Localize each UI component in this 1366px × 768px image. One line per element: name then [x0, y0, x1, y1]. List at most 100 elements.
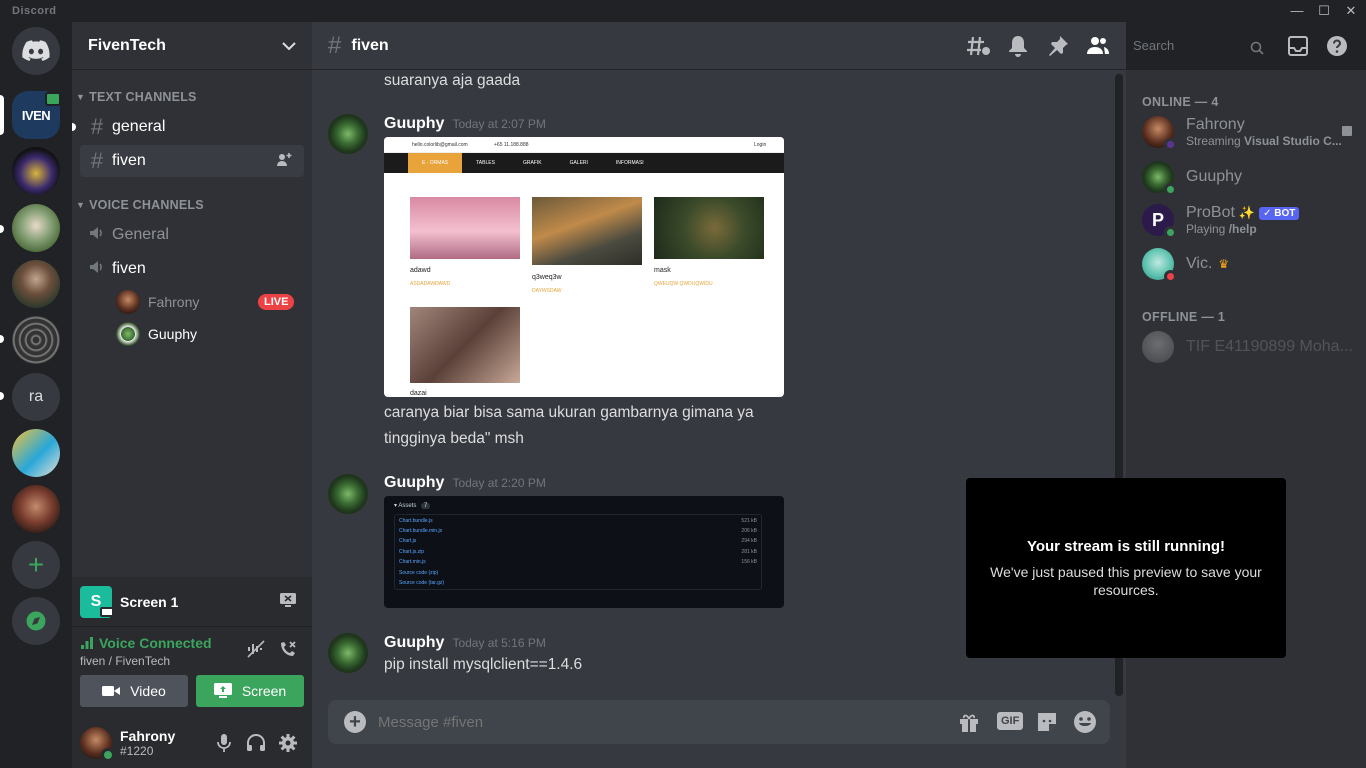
pin-icon[interactable] [1047, 35, 1069, 62]
bot-badge: ✓ BOT [1259, 206, 1300, 220]
member-name: ProBot [1186, 204, 1235, 221]
search-input[interactable]: Search [1127, 34, 1270, 58]
preview-nav-item: INFORMASI [615, 160, 644, 166]
preview-card-sub: DAYWSDAW [532, 288, 562, 294]
inbox-icon[interactable] [1287, 35, 1309, 62]
screen-button[interactable]: Screen [196, 675, 304, 707]
hash-icon: # [328, 31, 342, 59]
channel-fiven[interactable]: # fiven [80, 145, 304, 177]
member-list-icon[interactable] [1086, 35, 1110, 62]
home-button[interactable] [12, 27, 60, 75]
screen-icon [100, 607, 114, 617]
category-label: TEXT CHANNELS [89, 90, 197, 104]
avatar [1142, 161, 1177, 196]
message-composer: + GIF [328, 700, 1110, 744]
sticker-icon[interactable] [1036, 711, 1058, 738]
channel-title: fiven [351, 36, 389, 54]
explore-servers-button[interactable] [12, 597, 60, 645]
voice-channels-category[interactable]: ▼ VOICE CHANNELS [76, 198, 204, 212]
user-avatar[interactable] [80, 726, 115, 762]
message-author[interactable]: Guuphy [384, 115, 444, 132]
offline-header: OFFLINE — 1 [1142, 310, 1226, 324]
status-online-icon [101, 747, 115, 762]
message-text: pip install mysqlclient==1.4.6 [384, 656, 583, 673]
threads-icon[interactable] [967, 35, 991, 62]
app-brand: Discord [12, 5, 57, 17]
asset-size: 521 kB [741, 518, 757, 524]
member-vic[interactable]: Vic. ♛ [1142, 244, 1229, 284]
activity-prefix: Playing [1186, 222, 1229, 236]
server-avatar-2[interactable] [12, 147, 60, 195]
member-probot[interactable]: P ProBot ✨ ✓ BOT Playing /help [1142, 200, 1300, 240]
message-avatar[interactable] [328, 633, 368, 673]
online-status-icon [1164, 226, 1177, 239]
server-ra[interactable]: ra [12, 373, 60, 421]
member-name: Guuphy [1186, 168, 1243, 185]
close-icon[interactable]: ✕ [1334, 0, 1366, 22]
fiventech-logo: IVEN [21, 107, 51, 123]
asset-name: Chart.js [399, 538, 417, 544]
voice-user-guuphy[interactable]: Guuphy [116, 320, 197, 348]
voice-channel-fiven[interactable]: fiven [80, 253, 304, 285]
upload-plus-icon[interactable]: + [344, 711, 366, 733]
server-avatar-5[interactable] [12, 316, 60, 364]
member-guuphy[interactable]: Guuphy [1142, 157, 1242, 197]
gif-button[interactable]: GIF [997, 712, 1024, 730]
emoji-icon[interactable] [1073, 710, 1097, 739]
user-tag: #1220 [120, 743, 154, 758]
message-author[interactable]: Guuphy [384, 634, 444, 651]
streaming-status-icon [1164, 138, 1177, 151]
notification-bell-icon[interactable] [1008, 35, 1028, 62]
preview-nav-item: E - ORMAS [408, 153, 463, 173]
noise-suppression-icon[interactable] [246, 639, 266, 664]
message-input[interactable] [378, 706, 938, 738]
server-avatar-3[interactable] [12, 204, 60, 252]
preview-nav-item: GRAFIK [522, 160, 542, 166]
plus-icon: + [27, 549, 45, 580]
message-author[interactable]: Guuphy [384, 474, 444, 491]
image-attachment-website[interactable]: hello.colorlib@gmail.com +65 11.188.888 … [384, 137, 784, 397]
message-avatar[interactable] [328, 114, 368, 154]
message-avatar[interactable] [328, 474, 368, 514]
voice-status[interactable]: Voice Connected [99, 635, 212, 651]
add-member-icon[interactable] [276, 152, 292, 173]
video-button[interactable]: Video [80, 675, 188, 707]
voice-location[interactable]: fiven / FivenTech [80, 654, 170, 668]
server-avatar-7[interactable] [12, 429, 60, 477]
live-badge: LIVE [258, 294, 295, 310]
member-offline[interactable]: TIF E41190899 Moha... [1142, 327, 1353, 367]
gift-icon[interactable] [958, 711, 980, 738]
microphone-icon[interactable] [216, 733, 232, 758]
channel-general[interactable]: # general [80, 111, 304, 143]
username: Fahrony [120, 727, 176, 744]
search-icon [1250, 39, 1264, 63]
server-avatar-8[interactable] [12, 485, 60, 533]
headphones-icon[interactable] [246, 733, 266, 758]
avatar [1142, 331, 1174, 363]
voice-user-fahrony[interactable]: Fahrony [116, 288, 199, 316]
message-text: caranya biar bisa sama ukuran gambarnya … [384, 404, 754, 421]
message-text: suaranya aja gaada [384, 72, 521, 89]
activity-name: /help [1228, 222, 1257, 236]
server-list: IVEN ra + [0, 22, 72, 768]
channel-label: General [112, 226, 169, 243]
member-fahrony[interactable]: Fahrony Streaming Visual Studio C... [1142, 112, 1352, 152]
avatar [116, 322, 140, 346]
stream-paused-preview[interactable]: Your stream is still running! We've just… [966, 478, 1286, 658]
online-header: ONLINE — 4 [1142, 95, 1219, 109]
server-avatar-4[interactable] [12, 260, 60, 308]
disconnect-icon[interactable] [278, 639, 298, 664]
preview-login: Login [754, 142, 767, 148]
help-icon[interactable] [1326, 35, 1348, 62]
server-header[interactable]: FivenTech [72, 22, 312, 70]
settings-gear-icon[interactable] [278, 733, 298, 758]
image-attachment-assets[interactable]: ▾ Assets 7 Chart.bundle.js 521 kB Chart.… [384, 496, 784, 608]
stop-stream-icon[interactable] [279, 592, 297, 613]
member-list: ONLINE — 4 Fahrony Streaming Visual Stud… [1126, 70, 1366, 768]
popup-text: We've just paused this preview to save y… [990, 563, 1262, 598]
text-channels-category[interactable]: ▼ TEXT CHANNELS [76, 90, 197, 104]
screen-label: Screen [241, 683, 287, 699]
preview-card-sub: ASDADAWDAWD [410, 281, 451, 287]
add-server-button[interactable]: + [12, 541, 60, 589]
voice-channel-general[interactable]: General [80, 219, 304, 251]
